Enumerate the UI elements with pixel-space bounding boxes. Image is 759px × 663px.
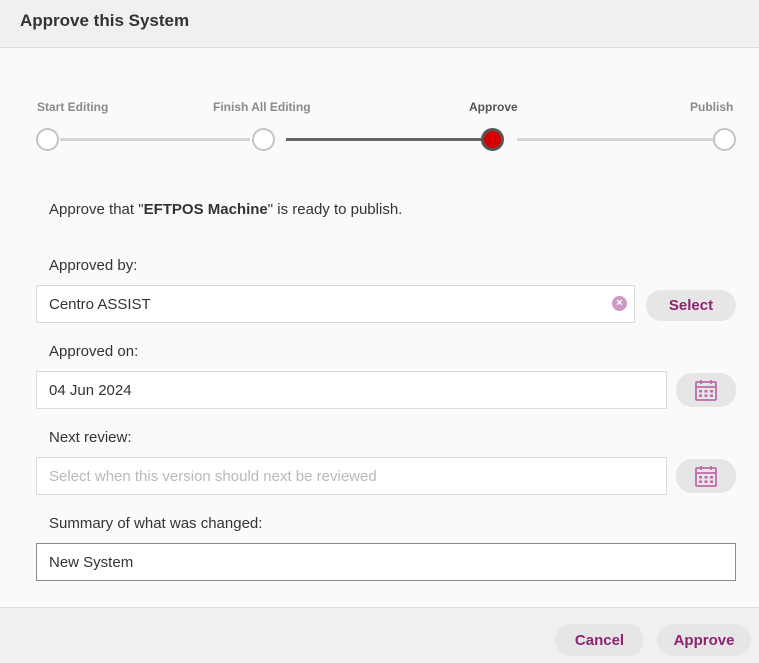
approved-by-field[interactable]: Centro ASSIST	[36, 285, 635, 323]
summary-input[interactable]: New System	[36, 543, 736, 581]
step-label-start-editing: Start Editing	[37, 100, 109, 114]
next-review-field[interactable]: Select when this version should next be …	[36, 457, 667, 495]
dialog-footer: Cancel Approve	[0, 607, 759, 663]
next-review-placeholder: Select when this version should next be …	[49, 467, 377, 485]
intro-prefix: Approve that "	[49, 201, 144, 218]
intro-suffix: " is ready to publish.	[267, 201, 403, 218]
dialog-header: Approve this System	[0, 0, 759, 48]
approved-on-value: 04 Jun 2024	[49, 381, 132, 399]
step-connector-3	[517, 138, 713, 141]
step-dot-approve	[481, 128, 504, 151]
clear-icon[interactable]: ×	[612, 296, 627, 311]
approved-by-value: Centro ASSIST	[49, 295, 151, 313]
approved-on-field[interactable]: 04 Jun 2024	[36, 371, 667, 409]
summary-label: Summary of what was changed:	[49, 515, 263, 532]
calendar-icon	[695, 380, 717, 401]
next-review-calendar-button[interactable]	[676, 459, 736, 493]
summary-value: New System	[49, 553, 134, 571]
step-label-approve: Approve	[469, 100, 518, 114]
system-name: EFTPOS Machine	[143, 201, 268, 218]
step-label-finish-all-editing: Finish All Editing	[213, 100, 311, 114]
step-dot-finish-all-editing	[252, 128, 275, 151]
approve-button[interactable]: Approve	[657, 624, 751, 656]
step-connector-2	[286, 138, 482, 141]
step-label-publish: Publish	[690, 100, 734, 114]
step-dot-start-editing	[36, 128, 59, 151]
calendar-icon	[695, 466, 717, 487]
dialog-title: Approve this System	[20, 11, 190, 30]
step-connector-1	[60, 138, 250, 141]
select-approver-button[interactable]: Select	[646, 290, 736, 321]
step-dot-publish	[713, 128, 736, 151]
next-review-label: Next review:	[49, 429, 132, 446]
cancel-button[interactable]: Cancel	[555, 624, 644, 656]
approve-intro-text: Approve that "EFTPOS Machine" is ready t…	[49, 201, 402, 218]
approved-by-label: Approved by:	[49, 257, 138, 274]
approved-on-calendar-button[interactable]	[676, 373, 736, 407]
approved-on-label: Approved on:	[49, 343, 139, 360]
